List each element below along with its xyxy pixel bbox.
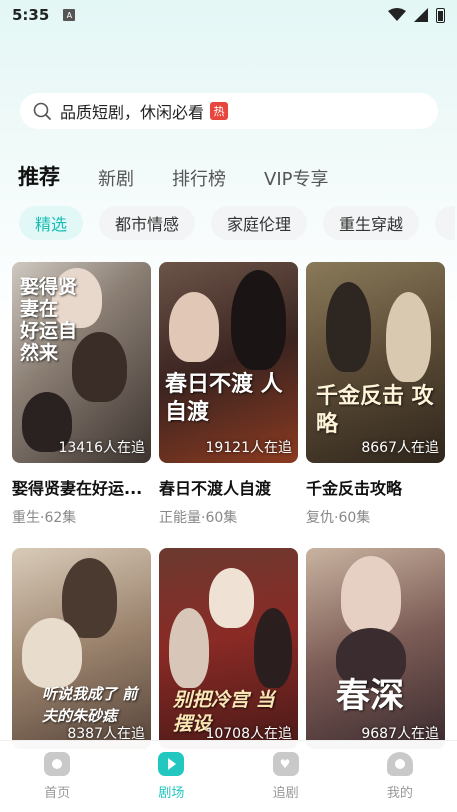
chip-rebirth-timetravel[interactable]: 重生穿越 <box>323 206 420 240</box>
poster-figure <box>209 568 254 628</box>
status-time: 5:35 <box>12 6 50 24</box>
tab-vip[interactable]: VIP专享 <box>264 165 328 191</box>
nav-profile[interactable]: 我的 <box>360 752 440 801</box>
poster-figure <box>254 608 292 688</box>
wifi-icon <box>388 8 406 21</box>
search-icon <box>33 102 51 120</box>
nav-home[interactable]: 首页 <box>17 752 97 801</box>
drama-poster: 别把冷宫 当摆设 10708人在追 <box>159 548 298 749</box>
drama-poster: 春深 9687人在追 <box>306 548 445 749</box>
filter-chips: 精选 都市情感 家庭伦理 重生穿越 <box>19 206 456 240</box>
status-icons <box>388 7 445 23</box>
drama-title: 千金反击攻略 <box>306 479 403 498</box>
poster-figure <box>341 556 401 636</box>
chip-family-ethics[interactable]: 家庭伦理 <box>211 206 308 240</box>
drama-card[interactable]: 别把冷宫 当摆设 10708人在追 <box>159 548 298 749</box>
nav-theater[interactable]: 剧场 <box>131 752 211 801</box>
drama-card[interactable]: 千金反击 攻略 8667人在追 千金反击攻略 复仇·60集 <box>306 262 445 527</box>
drama-title: 春日不渡人自渡 <box>159 479 272 498</box>
poster-figure <box>326 282 371 372</box>
search-placeholder: 品质短剧，休闲必看 <box>60 103 205 122</box>
status-bar: 5:35 A <box>0 0 457 30</box>
play-icon <box>158 752 185 776</box>
tab-new[interactable]: 新剧 <box>98 165 134 191</box>
home-icon <box>44 752 71 776</box>
drama-card[interactable]: 娶得贤妻在 好运自然来 13416人在追 娶得贤妻在好运... 重生·62集 <box>12 262 151 527</box>
tab-ranking[interactable]: 排行榜 <box>172 165 226 191</box>
search-bar[interactable]: 品质短剧，休闲必看 热 <box>20 93 438 129</box>
poster-art-title: 春日不渡 人自渡 <box>165 371 283 425</box>
drama-card[interactable]: 春日不渡 人自渡 19121人在追 春日不渡人自渡 正能量·60集 <box>159 262 298 527</box>
sim-icon: A <box>63 9 76 21</box>
hot-badge: 热 <box>210 102 229 120</box>
nav-label: 剧场 <box>158 786 185 801</box>
drama-card[interactable]: 听说我成了 前夫的朱砂痣 8387人在追 <box>12 548 151 749</box>
poster-figure <box>72 332 127 402</box>
poster-figure <box>386 292 431 382</box>
drama-poster: 千金反击 攻略 8667人在追 <box>306 262 445 463</box>
nav-label: 首页 <box>44 786 71 801</box>
drama-meta: 重生·62集 <box>12 510 77 526</box>
poster-figure <box>169 292 219 362</box>
drama-title: 娶得贤妻在好运... <box>12 479 143 498</box>
poster-art-title: 听说我成了 前夫的朱砂痣 <box>42 685 138 725</box>
person-icon <box>386 752 413 776</box>
nav-label: 追剧 <box>272 786 299 801</box>
chip-featured[interactable]: 精选 <box>19 206 84 240</box>
tab-recommend[interactable]: 推荐 <box>18 153 60 191</box>
drama-meta: 复仇·60集 <box>306 510 371 526</box>
poster-figure <box>169 608 209 688</box>
follower-count: 19121人在追 <box>205 440 292 456</box>
drama-poster: 春日不渡 人自渡 19121人在追 <box>159 262 298 463</box>
poster-art-title: 千金反击 攻略 <box>316 383 434 437</box>
battery-icon <box>436 7 445 23</box>
poster-figure <box>22 618 82 688</box>
category-tabs: 推荐 新剧 排行榜 VIP专享 <box>18 153 366 191</box>
bottom-navigation: 首页 剧场 ♥ 追剧 我的 <box>0 740 457 812</box>
nav-following[interactable]: ♥ 追剧 <box>246 752 326 801</box>
follower-count: 8667人在追 <box>361 440 439 456</box>
poster-art-title: 春深 <box>336 676 404 716</box>
poster-art-title: 娶得贤妻在 好运自然来 <box>20 276 78 364</box>
follower-count: 13416人在追 <box>58 440 145 456</box>
heart-icon: ♥ <box>272 752 299 776</box>
chip-urban-romance[interactable]: 都市情感 <box>99 206 196 240</box>
nav-label: 我的 <box>386 786 413 801</box>
signal-icon <box>414 8 428 22</box>
drama-meta: 正能量·60集 <box>159 510 238 526</box>
chip-more[interactable] <box>435 206 456 240</box>
drama-poster: 娶得贤妻在 好运自然来 13416人在追 <box>12 262 151 463</box>
drama-card[interactable]: 春深 9687人在追 <box>306 548 445 749</box>
poster-figure <box>231 270 286 370</box>
drama-poster: 听说我成了 前夫的朱砂痣 8387人在追 <box>12 548 151 749</box>
